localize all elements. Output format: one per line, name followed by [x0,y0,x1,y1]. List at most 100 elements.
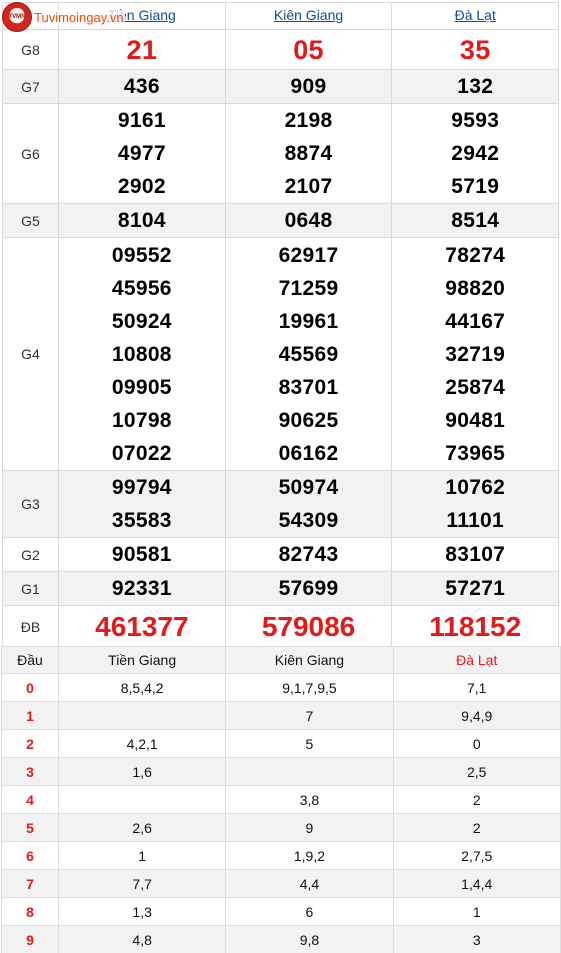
prize-number: 54309 [278,509,339,532]
loto-cell: 4,2,1 [57,729,227,758]
prize-number: 90581 [111,543,172,566]
prize-row: G4 09552 45956 50924 10808 09905 10798 07022 629… [2,237,560,471]
prize-row: G7 436 909 132 [2,69,560,104]
loto-cell: 2 [392,813,561,842]
loto-row: 8 1,3 6 1 [1,897,561,926]
loto-dau: 3 [1,757,59,786]
loto-cell: 9,8 [225,925,394,953]
prize-label: G4 [2,237,59,471]
loto-cell: 1,3 [57,897,227,926]
loto-cell: 9,1,7,9,5 [225,673,394,702]
prize-row: G2 90581 82743 83107 [2,537,560,572]
province-link-2[interactable]: Đà Lạt [391,2,560,30]
prize-cell: 78274 98820 44167 32719 25874 90481 73965 [391,237,560,471]
prize-cell: 461377 [58,605,226,648]
logo-badge-icon: TVMN [2,2,32,32]
prize-number: 9593 [451,109,500,132]
prize-number: 10798 [111,408,172,432]
loto-dau: 6 [1,841,59,870]
prize-cell: 05 [224,29,393,70]
loto-cell: 1,9,2 [225,841,394,870]
loto-cell: 2 [392,785,561,814]
prize-number: 8874 [284,142,333,165]
site-logo[interactable]: TVMN Tuvimoingay.vn [2,1,125,33]
loto-row: 3 1,6 2,5 [1,757,561,786]
prize-number: 5719 [451,175,500,198]
loto-header-row: Đầu Tiền Giang Kiên Giang Đà Lạt [1,646,561,674]
prize-number: 35 [459,34,491,65]
prize-label: G5 [2,203,59,238]
loto-dau: 9 [1,925,59,953]
loto-cell: 1 [392,897,561,926]
prize-number: 45956 [111,276,172,300]
prize-number: 90481 [445,408,506,432]
prize-cell: 579086 [224,605,393,648]
loto-row: 5 2,6 9 2 [1,813,561,842]
loto-cell [225,757,394,786]
prize-number: 09552 [111,243,172,267]
prize-number: 436 [123,75,160,98]
loto-cell: 3,8 [225,785,394,814]
province-link-1[interactable]: Kiên Giang [224,2,393,30]
prize-number: 2942 [451,142,500,165]
prize-number: 32719 [445,342,506,366]
prize-cell: 09552 45956 50924 10808 09905 10798 07022 [58,237,226,471]
prize-number: 19961 [278,309,339,333]
loto-row: 9 4,8 9,8 3 [1,925,561,953]
prize-cell: 8104 [58,203,226,238]
loto-dau: 2 [1,729,59,758]
prize-label: G7 [2,69,59,104]
prize-row: G6 9161 4977 2902 2198 8874 2107 9593 2942 5719 [2,103,560,204]
loto-header-province-2: Đà Lạt [392,646,561,674]
loto-row: 1 7 9,4,9 [1,701,561,730]
loto-cell [57,701,227,730]
prize-cell: 83107 [391,537,560,572]
loto-cell: 5 [225,729,394,758]
prize-number: 07022 [111,441,172,465]
loto-cell: 2,6 [57,813,227,842]
loto-cell: 1,4,4 [392,869,561,898]
prize-number: 92331 [111,577,172,600]
prize-number: 8514 [451,209,500,232]
loto-cell: 4,8 [57,925,227,953]
prize-label: G2 [2,537,59,572]
loto-cell: 4,4 [225,869,394,898]
prize-number: 10808 [111,342,172,366]
loto-cell: 8,5,4,2 [57,673,227,702]
prize-number: 06162 [278,441,339,465]
prize-number: 2107 [284,175,333,198]
loto-row: 2 4,2,1 5 0 [1,729,561,758]
prize-cell: 9161 4977 2902 [58,103,226,204]
prize-number: 11101 [446,509,505,532]
loto-cell: 7,7 [57,869,227,898]
prize-row: ĐB 461377 579086 118152 [2,605,560,648]
prize-number: 2198 [284,109,333,132]
prize-cell: 118152 [391,605,560,648]
loto-cell: 7 [225,701,394,730]
loto-head-table: Đầu Tiền Giang Kiên Giang Đà Lạt 0 8,5,4,… [1,646,561,953]
prize-cell: 57699 [224,571,393,606]
prize-number: 10762 [445,476,506,499]
prize-number: 73965 [445,441,506,465]
loto-header-province-1: Kiên Giang [225,646,394,674]
prize-cell: 99794 35583 [58,470,226,538]
prize-number: 4977 [117,142,166,165]
lottery-results-table: Tiền Giang Kiên Giang Đà Lạt G8 21 05 35 G7 4… [2,2,560,648]
prize-number: 21 [126,34,158,65]
prize-cell: 2198 8874 2107 [224,103,393,204]
prize-label: G1 [2,571,59,606]
prize-number: 2902 [117,175,166,198]
prize-cell: 92331 [58,571,226,606]
loto-cell: 6 [225,897,394,926]
prize-number: 50974 [278,476,339,499]
prize-cell: 50974 54309 [224,470,393,538]
loto-cell: 1 [57,841,227,870]
prize-number: 83701 [278,375,339,399]
loto-cell: 2,7,5 [392,841,561,870]
prize-cell: 9593 2942 5719 [391,103,560,204]
loto-cell: 3 [392,925,561,953]
loto-cell: 9,4,9 [392,701,561,730]
prize-row: G3 99794 35583 50974 54309 10762 11101 [2,470,560,538]
prize-number: 99794 [111,476,172,499]
loto-row: 7 7,7 4,4 1,4,4 [1,869,561,898]
